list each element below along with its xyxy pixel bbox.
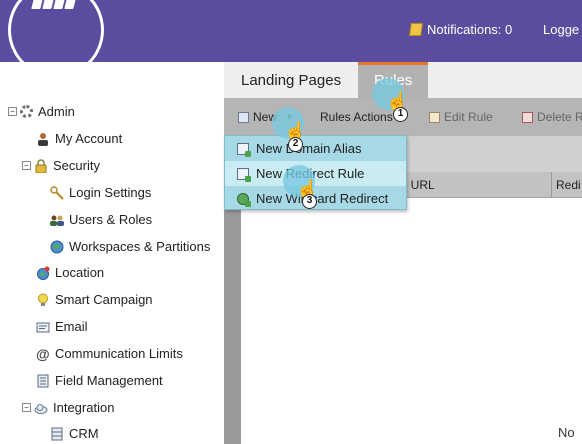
step-badge: 1 (393, 107, 408, 122)
domain-alias-icon (237, 142, 251, 157)
empty-grid-message: No (558, 425, 575, 440)
tree-label: Admin (38, 104, 75, 119)
tree-item-my-account[interactable]: My Account (36, 131, 122, 146)
email-icon (36, 320, 50, 334)
database-icon (50, 427, 64, 441)
menu-item-new-domain-alias[interactable]: New Domain Alias (225, 136, 406, 161)
tree-label: Workspaces & Partitions (69, 239, 211, 254)
tree-label: Location (55, 265, 105, 280)
tree-item-crm[interactable]: CRM (50, 426, 99, 441)
tree-item-admin[interactable]: − Admin (8, 104, 75, 119)
delete-label: Delete R (537, 110, 582, 124)
person-icon (36, 132, 50, 146)
user-menu[interactable]: Logge (543, 22, 579, 37)
tree-item-field-management[interactable]: Field Management (36, 373, 163, 388)
grid-body (241, 198, 582, 444)
gear-icon (20, 105, 33, 118)
notification-icon (409, 23, 423, 36)
tree-label: Users & Roles (69, 212, 153, 227)
collapse-toggle-icon[interactable]: − (22, 403, 31, 412)
collapse-toggle-icon[interactable]: − (8, 107, 17, 116)
key-icon (50, 185, 64, 200)
tree-item-location[interactable]: Location (36, 265, 104, 280)
at-icon: @ (36, 345, 50, 362)
tree-item-login-settings[interactable]: Login Settings (50, 185, 151, 200)
column-divider[interactable] (551, 172, 552, 198)
tree-label: Login Settings (69, 185, 152, 200)
menu-item-label: New Wildcard Redirect (256, 191, 389, 206)
tree-item-communication-limits[interactable]: @ Communication Limits (36, 346, 183, 361)
delete-icon (522, 111, 533, 123)
tree-item-workspaces[interactable]: Workspaces & Partitions (50, 239, 210, 254)
tree-item-users-roles[interactable]: Users & Roles (50, 212, 152, 227)
step-badge: 3 (302, 194, 317, 209)
new-doc-icon (238, 111, 249, 123)
tree-label: CRM (69, 426, 99, 441)
edit-rule-button[interactable]: Edit Rule (429, 110, 493, 124)
cloud-icon (34, 401, 48, 415)
tree-label: Smart Campaign (55, 292, 153, 307)
tree-label: My Account (55, 131, 123, 146)
tree-item-security[interactable]: − Security (22, 158, 100, 173)
column-redirect[interactable]: Redi (556, 178, 581, 192)
tree-item-integration[interactable]: − Integration (22, 400, 114, 415)
tab-landing-pages[interactable]: Landing Pages (241, 72, 341, 89)
tree-label: Communication Limits (55, 346, 183, 361)
tree-label: Integration (53, 400, 115, 415)
notifications-link[interactable]: Notifications: 0 (409, 22, 513, 37)
tree-item-smart-campaign[interactable]: Smart Campaign (36, 292, 153, 307)
menu-item-label: New Domain Alias (256, 141, 362, 156)
delete-rule-button[interactable]: Delete R (522, 110, 582, 124)
tree-label: Field Management (55, 373, 163, 388)
step-badge: 2 (288, 137, 303, 152)
edit-rule-label: Edit Rule (444, 110, 493, 124)
globe-icon (50, 240, 64, 254)
users-icon (50, 213, 64, 227)
redirect-rule-icon (237, 167, 251, 182)
lightbulb-icon (36, 293, 50, 307)
globe-pin-icon (36, 266, 50, 280)
tree-label: Email (55, 319, 88, 334)
edit-icon (429, 111, 440, 123)
wildcard-redirect-icon (237, 192, 251, 207)
rules-actions-button[interactable]: Rules Actions (320, 110, 393, 124)
lock-icon (34, 158, 48, 173)
collapse-toggle-icon[interactable]: − (22, 161, 31, 170)
tree-item-email[interactable]: Email (36, 319, 88, 334)
field-icon (36, 374, 50, 388)
notifications-label: Notifications: 0 (427, 22, 513, 37)
tree-label: Security (53, 158, 100, 173)
